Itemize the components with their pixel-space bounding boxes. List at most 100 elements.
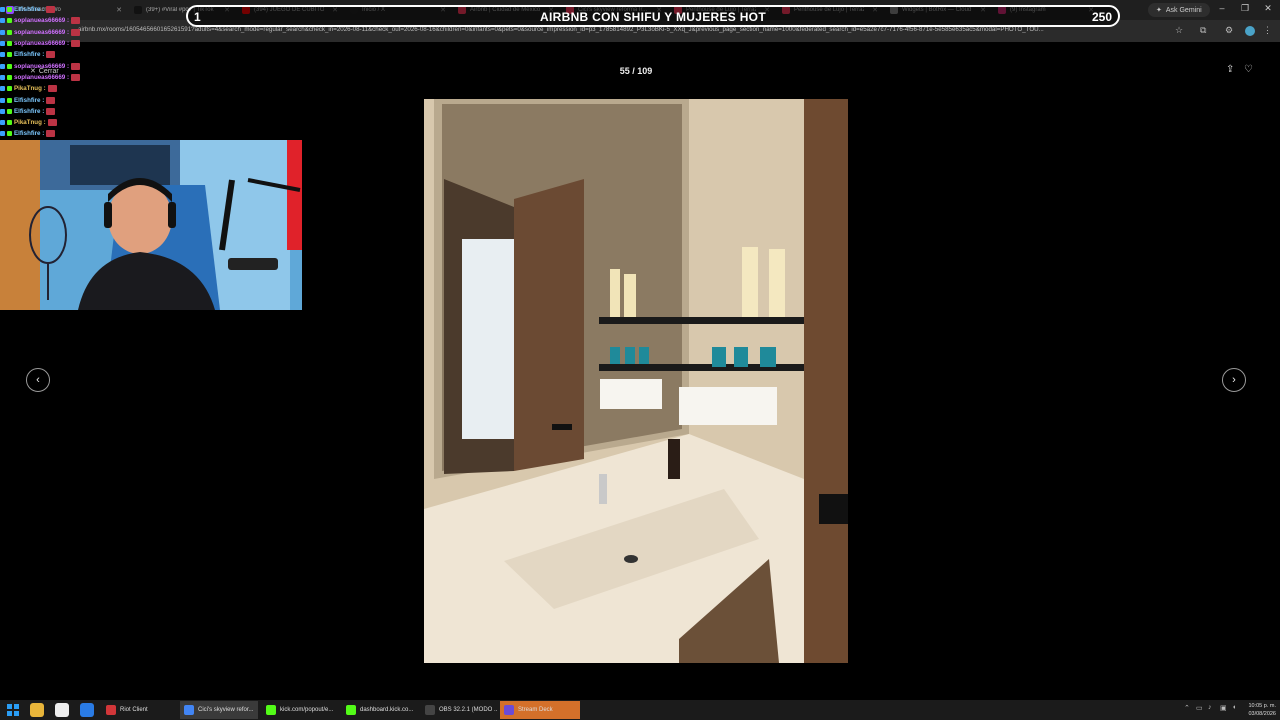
chat-emote-icon [46, 130, 56, 138]
chat-badge-icon [7, 120, 12, 126]
chat-username: Elfishfire : [14, 96, 45, 104]
heart-icon[interactable]: ♡ [1244, 64, 1253, 75]
taskbar-app[interactable]: OBS 32.2.1 (MODO ... [421, 701, 497, 719]
chat-badge-icon [7, 41, 12, 47]
webcam-image [0, 140, 302, 310]
ask-gemini-label: Ask Gemini [1165, 6, 1202, 14]
chat-username: Elfishfire : [14, 130, 45, 138]
chat-message: Elfishfire : [0, 94, 110, 105]
chat-badge-icon [0, 86, 5, 92]
chat-message: soplanueas66669 : [0, 15, 110, 26]
chat-badge-icon [0, 41, 5, 47]
right-counter: 250 [1091, 10, 1112, 24]
chat-message: PikaTnug : [0, 83, 110, 94]
chat-emote-icon [47, 85, 57, 93]
close-label: Cerrar [38, 67, 59, 75]
chat-message: Elfishfire : [0, 128, 110, 139]
tab-favicon-icon [134, 6, 142, 14]
taskbar: Riot Client Cici's skyview refor... kick.c… [0, 700, 1280, 720]
display-icon[interactable]: ▣ [1220, 704, 1227, 712]
chat-badge-icon [7, 108, 12, 114]
taskbar-app[interactable]: dashboard.kick.co... [342, 701, 418, 719]
microphone-icon[interactable]: ♪ [1208, 704, 1212, 711]
profile-avatar[interactable] [1245, 26, 1255, 36]
restore-icon[interactable]: ❐ [1235, 3, 1255, 14]
taskbar-app-label: Cici's skyview refor... [198, 707, 254, 713]
chat-badge-icon [7, 18, 12, 24]
bathroom-photo [424, 99, 848, 663]
clock-time: 10:05 p. m. [1248, 703, 1276, 709]
previous-photo-button[interactable]: ‹ [26, 368, 50, 392]
taskbar-app-label: dashboard.kick.co... [360, 707, 414, 713]
photo-counter: 55 / 109 [619, 66, 653, 76]
chat-badge-icon [0, 63, 5, 69]
chat-emote-icon [46, 51, 56, 59]
close-gallery-button[interactable]: ✕ Cerrar [30, 67, 59, 76]
extensions-icon[interactable]: ⧉ [1200, 25, 1206, 36]
chat-username: PikaTnug : [14, 85, 46, 93]
chat-badge-icon [7, 74, 12, 80]
chat-username: soplanueas66669 : [14, 17, 70, 25]
tray-chevron-icon[interactable]: ⌃ [1184, 704, 1190, 712]
chat-username: soplanueas66669 : [14, 28, 70, 36]
chat-badge-icon [7, 131, 12, 137]
chat-badge-icon [0, 29, 5, 35]
taskbar-app[interactable]: kick.com/popout/e... [262, 701, 338, 719]
chat-badge-icon [0, 131, 5, 137]
chat-emote-icon [46, 107, 56, 115]
chat-username: soplanueas66669 : [14, 40, 70, 48]
taskbar-app-icon [504, 705, 514, 715]
chat-badge-icon [7, 97, 12, 103]
chat-emote-icon [46, 6, 56, 14]
minimize-icon[interactable]: – [1212, 3, 1232, 13]
chat-message: PikaTnug : [0, 117, 110, 128]
gallery-photo [424, 99, 848, 663]
windows-start-icon[interactable] [6, 703, 20, 717]
taskbar-app[interactable]: Stream Deck [500, 701, 580, 719]
chat-badge-icon [7, 86, 12, 92]
chat-message: Elfishfire : [0, 106, 110, 117]
menu-icon[interactable]: ⋮ [1263, 25, 1272, 36]
file-explorer-icon[interactable] [30, 703, 44, 717]
sparkle-icon: ✦ [1156, 7, 1162, 14]
taskbar-app[interactable]: Riot Client [102, 701, 176, 719]
tab-close-icon[interactable]: ✕ [116, 6, 122, 14]
url-field[interactable]: airbnb.mx/rooms/1605465660165261591?adul… [78, 26, 1168, 33]
close-window-icon[interactable]: ✕ [1258, 3, 1278, 14]
chat-message: Elfishfire : [0, 4, 110, 15]
taskbar-app[interactable]: Cici's skyview refor... [180, 701, 258, 719]
taskbar-app-icon [184, 705, 194, 715]
taskbar-app-icon [346, 705, 356, 715]
chat-emote-icon [71, 28, 81, 36]
taskbar-app-label: kick.com/popout/e... [280, 707, 334, 713]
chat-badge-icon [0, 97, 5, 103]
settings-icon[interactable]: ⚙ [1225, 25, 1233, 36]
chat-badge-icon [0, 52, 5, 58]
chat-badge-icon [7, 29, 12, 35]
webcam-feed [0, 140, 302, 310]
taskbar-app-icon [106, 705, 116, 715]
taskbar-app-icon [266, 705, 276, 715]
share-icon[interactable]: ⇪ [1226, 64, 1234, 75]
close-icon: ✕ [30, 68, 36, 75]
network-icon[interactable]: ▭ [1196, 704, 1203, 712]
chat-username: PikaTnug : [14, 119, 46, 127]
clock-date: 03/08/2026 [1248, 711, 1276, 717]
chat-username: Elfishfire : [14, 107, 45, 115]
chat-badge-icon [0, 18, 5, 24]
volume-icon[interactable]: ◖ [1232, 704, 1236, 711]
stream-title-banner: 1 AIRBNB CON SHIFU Y MUJERES HOT 250 [186, 5, 1120, 27]
chat-emote-icon [71, 73, 81, 81]
edge-icon[interactable] [80, 703, 94, 717]
chat-message: soplanueas66669 : [0, 27, 110, 38]
chat-username: Elfishfire : [14, 6, 45, 14]
next-photo-button[interactable]: › [1222, 368, 1246, 392]
ask-gemini-button[interactable]: ✦ Ask Gemini [1148, 3, 1210, 17]
chat-emote-icon [46, 96, 56, 104]
taskbar-app-label: Stream Deck [518, 707, 553, 713]
chat-badge-icon [0, 7, 5, 13]
system-clock[interactable]: 10:05 p. m. 03/08/2026 [1238, 702, 1280, 718]
bookmark-star-icon[interactable]: ☆ [1175, 25, 1183, 36]
calendar-icon[interactable] [55, 703, 69, 717]
chat-badge-icon [7, 63, 12, 69]
